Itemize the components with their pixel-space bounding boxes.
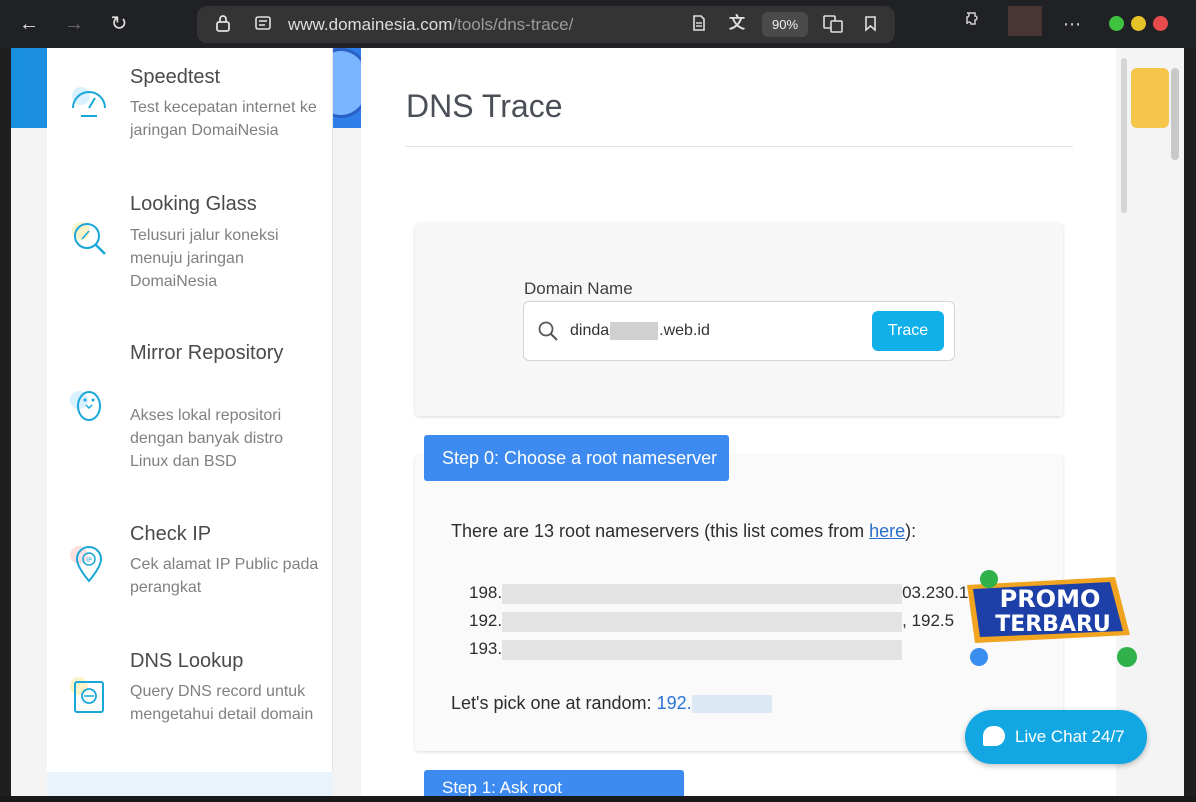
- browser-toolbar: ← → ↻ www.domainesia.com/tools/dns-trace…: [0, 0, 1196, 48]
- redacted-text: [502, 639, 903, 660]
- back-icon[interactable]: ←: [15, 10, 43, 38]
- url-text[interactable]: www.domainesia.com/tools/dns-trace/: [288, 15, 573, 35]
- domain-name-label: Domain Name: [524, 279, 633, 298]
- step0-intro-end: ):: [905, 521, 917, 541]
- step0-header: Step 0: Choose a root nameserver: [424, 435, 729, 481]
- main-content: DNS Trace Domain Name dinda .web.id Trace…: [361, 48, 1116, 798]
- redacted-text: [502, 583, 903, 604]
- ns-prefix: 192.: [469, 611, 503, 630]
- sidebar-item-desc: Telusuri jalur koneksi menuju jaringan D…: [130, 227, 279, 290]
- title-divider: [405, 146, 1073, 147]
- domain-input-value[interactable]: dinda .web.id: [570, 322, 710, 340]
- content-scrollbar[interactable]: [1121, 58, 1127, 213]
- sidebar-item-title: Looking Glass: [130, 193, 257, 215]
- speedometer-icon: [67, 78, 111, 122]
- random-pick-value: 192.: [656, 693, 692, 713]
- step1-header: Step 1: Ask root: [424, 770, 684, 798]
- sidebar-item-dns-trace[interactable]: [47, 772, 333, 798]
- promo-badge[interactable]: PROMO TERBARU: [955, 565, 1145, 675]
- page-viewport: Speedtest Test kecepatan internet ke jar…: [11, 48, 1184, 798]
- redacted-text: [610, 322, 659, 340]
- sidebar-item-title: Speedtest: [130, 66, 221, 88]
- live-chat-label: Live Chat 24/7: [1015, 727, 1125, 746]
- domain-form-card: Domain Name dinda .web.id Trace: [415, 223, 1063, 416]
- sidebar-item-desc: Query DNS record untuk mengetahui detail…: [130, 683, 314, 723]
- random-pick-label: Let's pick one at random:: [451, 693, 657, 713]
- sidebar-item-title: Mirror Repository: [130, 342, 284, 364]
- ns-line-2: 192. , 192.5: [469, 611, 954, 632]
- zoom-level[interactable]: 90%: [762, 12, 808, 37]
- url-host: www.domainesia.com: [288, 15, 453, 34]
- sidebar-item-desc: Akses lokal repositori dengan banyak dis…: [130, 407, 283, 470]
- hero-decoration: [1131, 68, 1169, 128]
- trace-button[interactable]: Trace: [872, 311, 944, 351]
- reader-view-icon[interactable]: [689, 14, 709, 34]
- minimize-icon[interactable]: [1109, 16, 1124, 31]
- profile-avatar[interactable]: [1008, 6, 1042, 36]
- ns-prefix: 193.: [469, 639, 503, 658]
- promo-line1: PROMO: [1000, 585, 1101, 613]
- ns-tail: , 192.5: [902, 611, 955, 630]
- promo-line2: TERBARU: [995, 612, 1111, 637]
- magnifier-icon: [67, 217, 111, 261]
- live-chat-button[interactable]: Live Chat 24/7: [965, 710, 1147, 764]
- domain-input-suffix: .web.id: [659, 322, 710, 340]
- forward-icon[interactable]: →: [60, 10, 88, 38]
- svg-text:IP: IP: [86, 557, 92, 564]
- sidebar-item-desc: Cek alamat IP Public pada perangkat: [130, 556, 319, 596]
- sidebar-item-title: Check IP: [130, 523, 212, 545]
- ns-line-3: 193.: [469, 639, 903, 660]
- ns-prefix: 198.: [469, 583, 503, 602]
- domain-input[interactable]: dinda .web.id Trace: [523, 301, 955, 361]
- sidebar-item-title: DNS Lookup: [130, 650, 244, 672]
- more-menu-icon[interactable]: ⋯: [1058, 10, 1086, 38]
- extensions-icon[interactable]: [960, 10, 988, 38]
- sidebar-item-desc: Test kecepatan internet ke jaringan Doma…: [130, 99, 317, 139]
- page-title: DNS Trace: [406, 88, 563, 124]
- maximize-icon[interactable]: [1131, 16, 1146, 31]
- search-icon: [537, 320, 559, 342]
- address-bar[interactable]: www.domainesia.com/tools/dns-trace/ 文 90…: [197, 6, 895, 43]
- redacted-text: [502, 611, 903, 632]
- redacted-text: [691, 695, 772, 714]
- reload-icon[interactable]: ↻: [105, 10, 133, 38]
- favorites-icon[interactable]: [861, 14, 881, 34]
- lock-icon[interactable]: [213, 14, 233, 34]
- location-pin-icon: IP: [67, 541, 111, 585]
- random-pick: Let's pick one at random: 192.: [451, 693, 772, 714]
- url-path: /tools/dns-trace/: [452, 15, 574, 34]
- close-icon[interactable]: [1153, 16, 1168, 31]
- domain-input-prefix: dinda: [570, 322, 610, 340]
- step0-intro: There are 13 root nameservers (this list…: [451, 521, 916, 542]
- chat-bubble-icon: [983, 726, 1005, 746]
- dns-search-icon: [67, 674, 111, 718]
- root-list-link[interactable]: here: [869, 521, 905, 541]
- ns-line-1: 198. 03.230.10: [469, 583, 978, 604]
- site-settings-icon[interactable]: [253, 14, 273, 34]
- tools-sidebar: Speedtest Test kecepatan internet ke jar…: [47, 48, 333, 798]
- step0-intro-text: There are 13 root nameservers (this list…: [451, 521, 870, 541]
- page-scrollbar[interactable]: [1171, 68, 1179, 160]
- taskbar-strip: [0, 796, 1196, 802]
- read-aloud-icon[interactable]: 文: [727, 14, 747, 34]
- translate-icon[interactable]: [823, 14, 843, 34]
- penguin-icon: [67, 382, 111, 426]
